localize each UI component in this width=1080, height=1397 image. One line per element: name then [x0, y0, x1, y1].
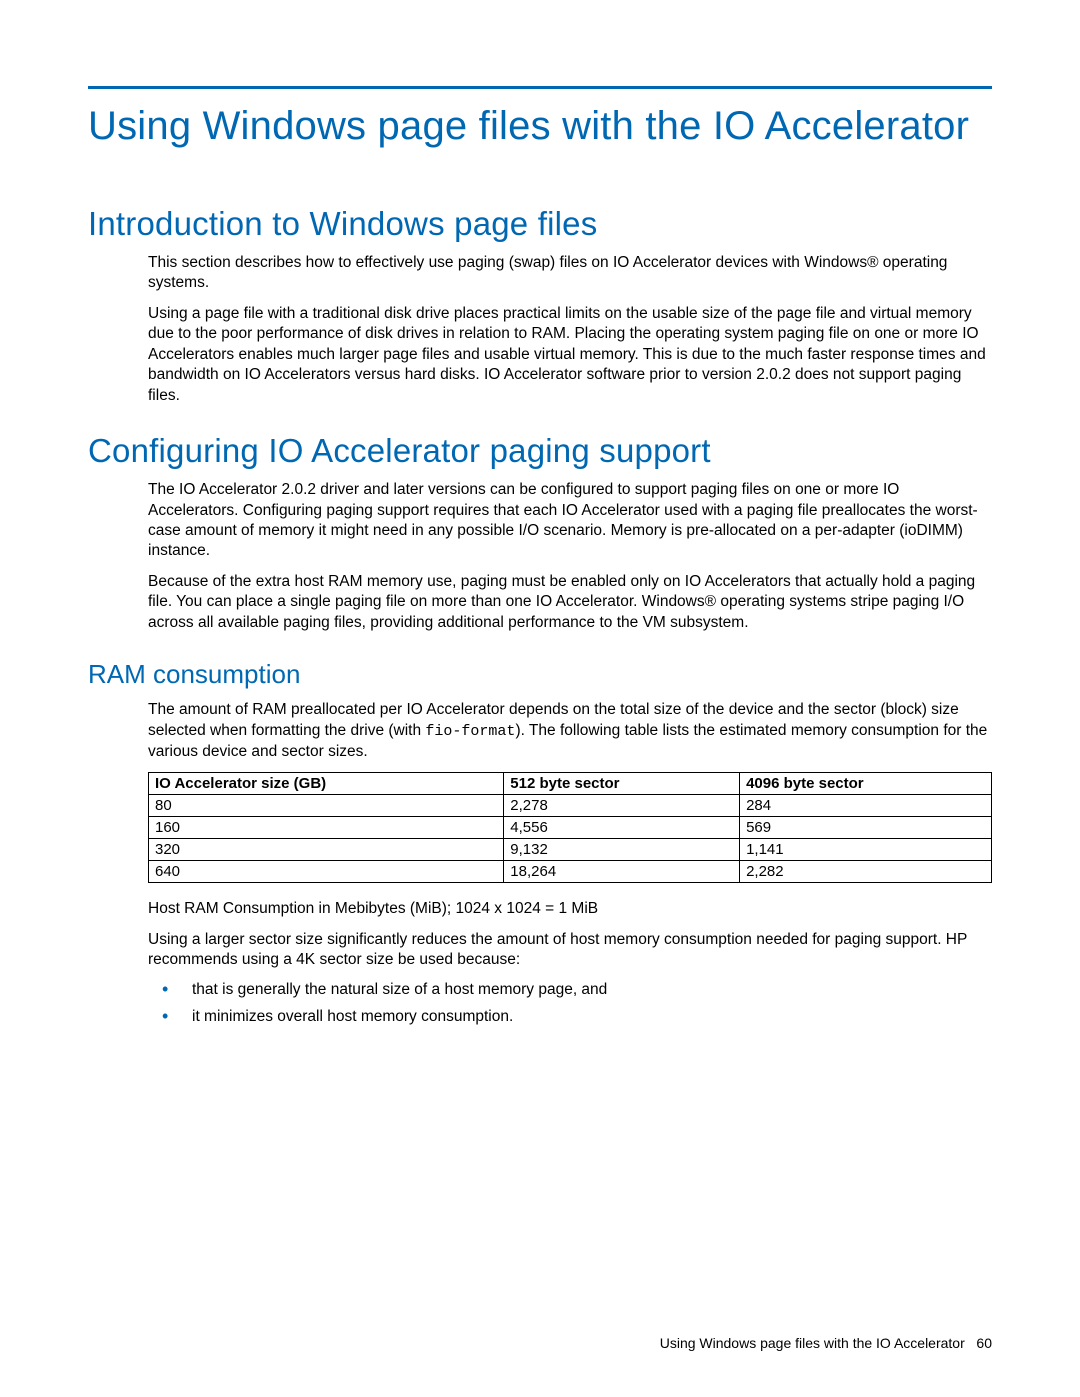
section-title-ram: RAM consumption	[88, 659, 992, 690]
bullet-list: that is generally the natural size of a …	[148, 980, 992, 1027]
list-item: that is generally the natural size of a …	[148, 980, 992, 1000]
footer-text: Using Windows page files with the IO Acc…	[660, 1335, 965, 1351]
document-page: Using Windows page files with the IO Acc…	[0, 0, 1080, 1397]
table-cell: 1,141	[740, 839, 992, 861]
paragraph: This section describes how to effectivel…	[148, 253, 992, 294]
table-cell: 80	[149, 795, 504, 817]
table-cell: 160	[149, 817, 504, 839]
paragraph: Host RAM Consumption in Mebibytes (MiB);…	[148, 899, 992, 919]
table-cell: 569	[740, 817, 992, 839]
table-cell: 320	[149, 839, 504, 861]
section-config-body: The IO Accelerator 2.0.2 driver and late…	[148, 480, 992, 633]
table-header-row: IO Accelerator size (GB) 512 byte sector…	[149, 773, 992, 795]
section-title-config: Configuring IO Accelerator paging suppor…	[88, 432, 992, 470]
table-cell: 4,556	[504, 817, 740, 839]
table-cell: 284	[740, 795, 992, 817]
code-inline: fio-format	[425, 723, 515, 740]
ram-consumption-table: IO Accelerator size (GB) 512 byte sector…	[148, 772, 992, 883]
section-ram-body: The amount of RAM preallocated per IO Ac…	[148, 700, 992, 1027]
list-item: it minimizes overall host memory consump…	[148, 1007, 992, 1027]
paragraph: Because of the extra host RAM memory use…	[148, 572, 992, 633]
section-intro-body: This section describes how to effectivel…	[148, 253, 992, 406]
page-footer: Using Windows page files with the IO Acc…	[660, 1335, 992, 1351]
table-row: 80 2,278 284	[149, 795, 992, 817]
table-cell: 18,264	[504, 861, 740, 883]
table-header: 4096 byte sector	[740, 773, 992, 795]
page-number: 60	[976, 1335, 992, 1351]
table-cell: 640	[149, 861, 504, 883]
top-rule	[88, 86, 992, 89]
table-row: 640 18,264 2,282	[149, 861, 992, 883]
paragraph: The IO Accelerator 2.0.2 driver and late…	[148, 480, 992, 562]
section-title-intro: Introduction to Windows page files	[88, 205, 992, 243]
page-title: Using Windows page files with the IO Acc…	[88, 103, 992, 149]
paragraph: Using a page file with a traditional dis…	[148, 304, 992, 406]
paragraph: The amount of RAM preallocated per IO Ac…	[148, 700, 992, 762]
table-cell: 2,278	[504, 795, 740, 817]
table-header: IO Accelerator size (GB)	[149, 773, 504, 795]
table-header: 512 byte sector	[504, 773, 740, 795]
paragraph: Using a larger sector size significantly…	[148, 930, 992, 971]
table-cell: 9,132	[504, 839, 740, 861]
table-row: 160 4,556 569	[149, 817, 992, 839]
table-row: 320 9,132 1,141	[149, 839, 992, 861]
table-cell: 2,282	[740, 861, 992, 883]
